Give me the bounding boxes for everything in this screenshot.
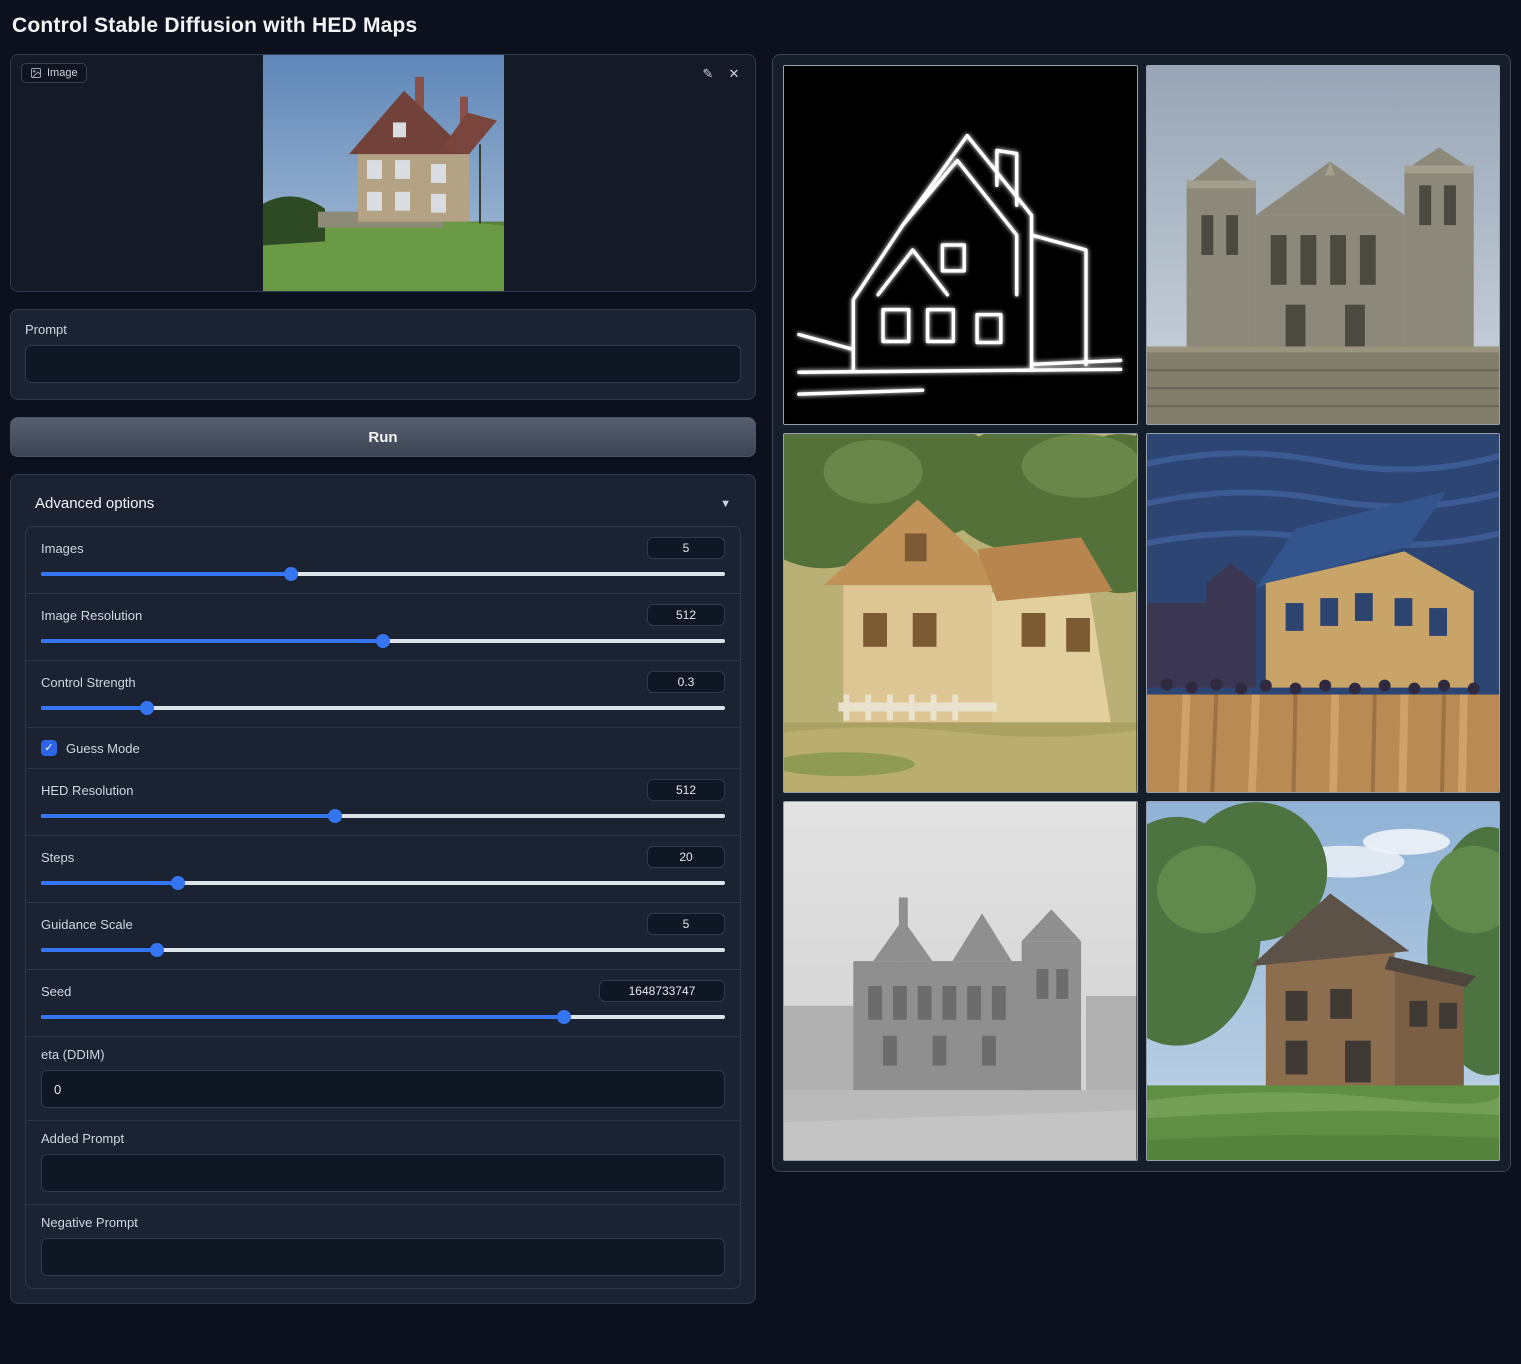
hed-resolution-label: HED Resolution: [41, 783, 134, 798]
country-house-image: [1147, 802, 1500, 1160]
slider-thumb[interactable]: [150, 943, 164, 957]
steps-value[interactable]: 20: [647, 846, 725, 868]
gallery-item-painted-cottage[interactable]: [783, 433, 1138, 793]
chevron-down-icon: ▼: [720, 498, 731, 510]
hed-resolution-slider[interactable]: [41, 809, 725, 823]
advanced-options-title: Advanced options: [35, 495, 154, 512]
clear-image-button[interactable]: ✕: [723, 63, 745, 85]
images-label: Images: [41, 541, 84, 556]
image-resolution-label: Image Resolution: [41, 608, 142, 623]
seed-label: Seed: [41, 984, 71, 999]
images-control: Images 5: [26, 527, 740, 593]
steps-label: Steps: [41, 850, 74, 865]
steps-control: Steps 20: [26, 835, 740, 902]
added-prompt-label: Added Prompt: [41, 1131, 725, 1146]
negative-prompt-control: Negative Prompt: [26, 1204, 740, 1288]
controls-column: Image ✎ ✕: [10, 54, 756, 1304]
image-actions: ✎ ✕: [697, 63, 745, 85]
slider-fill: [41, 948, 157, 952]
gallery-item-hed-edge-map[interactable]: [783, 65, 1138, 425]
check-icon: ✓: [44, 743, 53, 754]
images-slider[interactable]: [41, 567, 725, 581]
slider-thumb[interactable]: [328, 809, 342, 823]
page-title: Control Stable Diffusion with HED Maps: [12, 14, 1511, 38]
added-prompt-input[interactable]: [41, 1154, 725, 1192]
stylized-painting-image: [1147, 434, 1500, 792]
eta-control: eta (DDIM): [26, 1036, 740, 1120]
image-resolution-value[interactable]: 512: [647, 604, 725, 626]
seed-value[interactable]: 1648733747: [599, 980, 725, 1002]
gallery-item-country-house[interactable]: [1146, 801, 1501, 1161]
seed-control: Seed 1648733747: [26, 969, 740, 1036]
slider-fill: [41, 572, 291, 576]
control-strength-slider[interactable]: [41, 701, 725, 715]
prompt-block: Prompt: [10, 309, 756, 400]
run-button[interactable]: Run: [10, 417, 756, 457]
slider-thumb[interactable]: [557, 1010, 571, 1024]
slider-thumb[interactable]: [284, 567, 298, 581]
control-strength-control: Control Strength 0.3: [26, 660, 740, 727]
main-columns: Image ✎ ✕: [10, 54, 1511, 1304]
gallery-item-cathedral[interactable]: [1146, 65, 1501, 425]
eta-label: eta (DDIM): [41, 1047, 725, 1062]
hed-resolution-value[interactable]: 512: [647, 779, 725, 801]
slider-fill: [41, 881, 178, 885]
painted-cottage-image: [784, 434, 1137, 792]
negative-prompt-input[interactable]: [41, 1238, 725, 1276]
slider-fill: [41, 1015, 564, 1019]
uploaded-house-photo: [263, 55, 504, 291]
edit-image-button[interactable]: ✎: [697, 63, 719, 85]
grayscale-building-image: [784, 802, 1137, 1160]
hed-edge-map-image: [784, 66, 1137, 424]
prompt-label: Prompt: [25, 322, 741, 337]
image-icon: [30, 67, 42, 79]
prompt-input[interactable]: [25, 345, 741, 383]
gallery-item-grayscale-building[interactable]: [783, 801, 1138, 1161]
control-strength-value[interactable]: 0.3: [647, 671, 725, 693]
added-prompt-control: Added Prompt: [26, 1120, 740, 1204]
image-input[interactable]: Image ✎ ✕: [10, 54, 756, 292]
guidance-scale-value[interactable]: 5: [647, 913, 725, 935]
slider-fill: [41, 814, 335, 818]
guidance-scale-slider[interactable]: [41, 943, 725, 957]
steps-slider[interactable]: [41, 876, 725, 890]
negative-prompt-label: Negative Prompt: [41, 1215, 725, 1230]
advanced-options-panel: Advanced options ▼ Images 5: [10, 474, 756, 1304]
guess-mode-control[interactable]: ✓ Guess Mode: [26, 727, 740, 768]
hed-resolution-control: HED Resolution 512: [26, 768, 740, 835]
advanced-options-form: Images 5 Image Resolution 512: [25, 526, 741, 1289]
slider-thumb[interactable]: [376, 634, 390, 648]
image-label-badge: Image: [21, 63, 87, 83]
advanced-options-header[interactable]: Advanced options ▼: [25, 489, 741, 526]
slider-thumb[interactable]: [140, 701, 154, 715]
eta-input[interactable]: [41, 1070, 725, 1108]
seed-slider[interactable]: [41, 1010, 725, 1024]
slider-thumb[interactable]: [171, 876, 185, 890]
guess-mode-checkbox[interactable]: ✓: [41, 740, 57, 756]
control-strength-label: Control Strength: [41, 675, 136, 690]
guess-mode-label: Guess Mode: [66, 741, 140, 756]
image-label: Image: [47, 67, 78, 79]
slider-fill: [41, 639, 383, 643]
guidance-scale-label: Guidance Scale: [41, 917, 133, 932]
gallery-item-stylized-painting[interactable]: [1146, 433, 1501, 793]
images-value[interactable]: 5: [647, 537, 725, 559]
slider-fill: [41, 706, 147, 710]
result-gallery: [772, 54, 1511, 1172]
app: Control Stable Diffusion with HED Maps I…: [0, 0, 1521, 1316]
guidance-scale-control: Guidance Scale 5: [26, 902, 740, 969]
image-resolution-slider[interactable]: [41, 634, 725, 648]
cathedral-image: [1147, 66, 1500, 424]
image-resolution-control: Image Resolution 512: [26, 593, 740, 660]
